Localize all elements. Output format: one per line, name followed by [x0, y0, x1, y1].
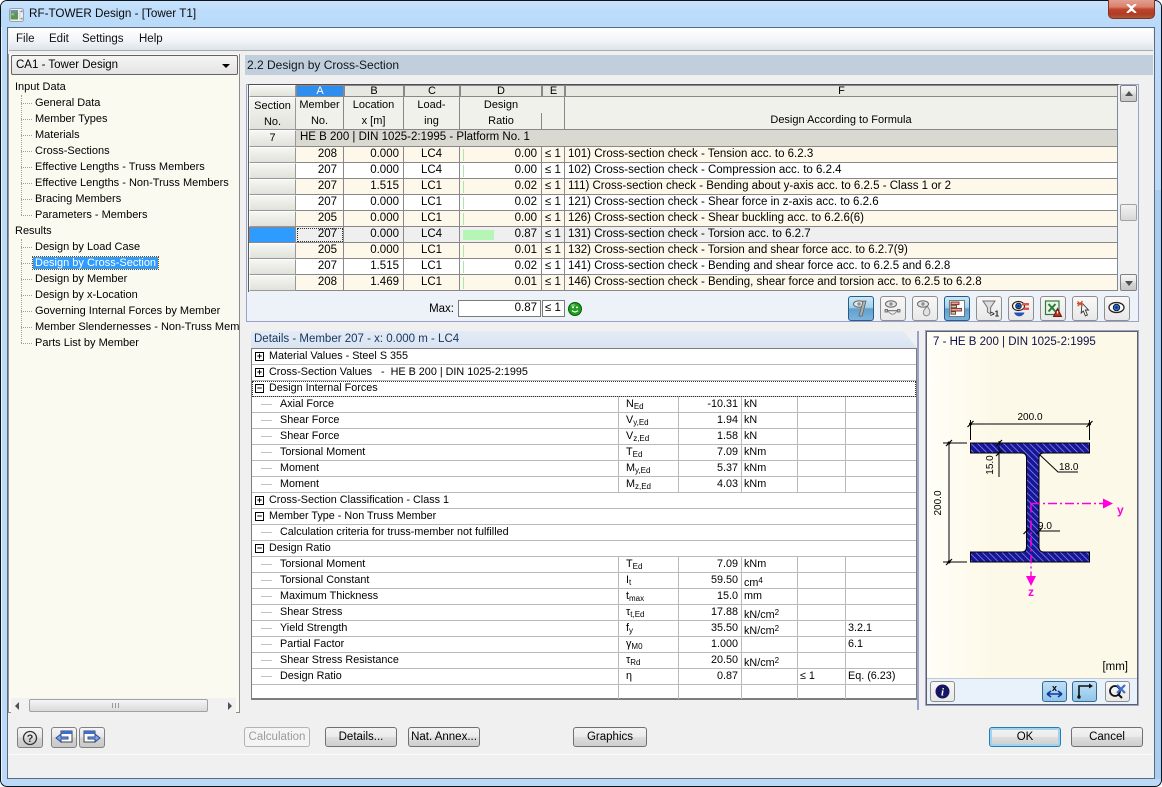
svg-text:>1: >1 [990, 310, 999, 319]
svg-text:9.0: 9.0 [1038, 521, 1052, 532]
svg-text:15.0: 15.0 [985, 455, 996, 475]
svg-text:z: z [1028, 585, 1034, 599]
svg-text:x: x [1052, 683, 1057, 693]
svg-text:?: ? [27, 733, 34, 745]
svg-text:y: y [1117, 503, 1124, 517]
svg-text:200.0: 200.0 [1017, 412, 1042, 423]
svg-text:18.0: 18.0 [1059, 462, 1079, 473]
svg-text:200.0: 200.0 [933, 490, 944, 515]
